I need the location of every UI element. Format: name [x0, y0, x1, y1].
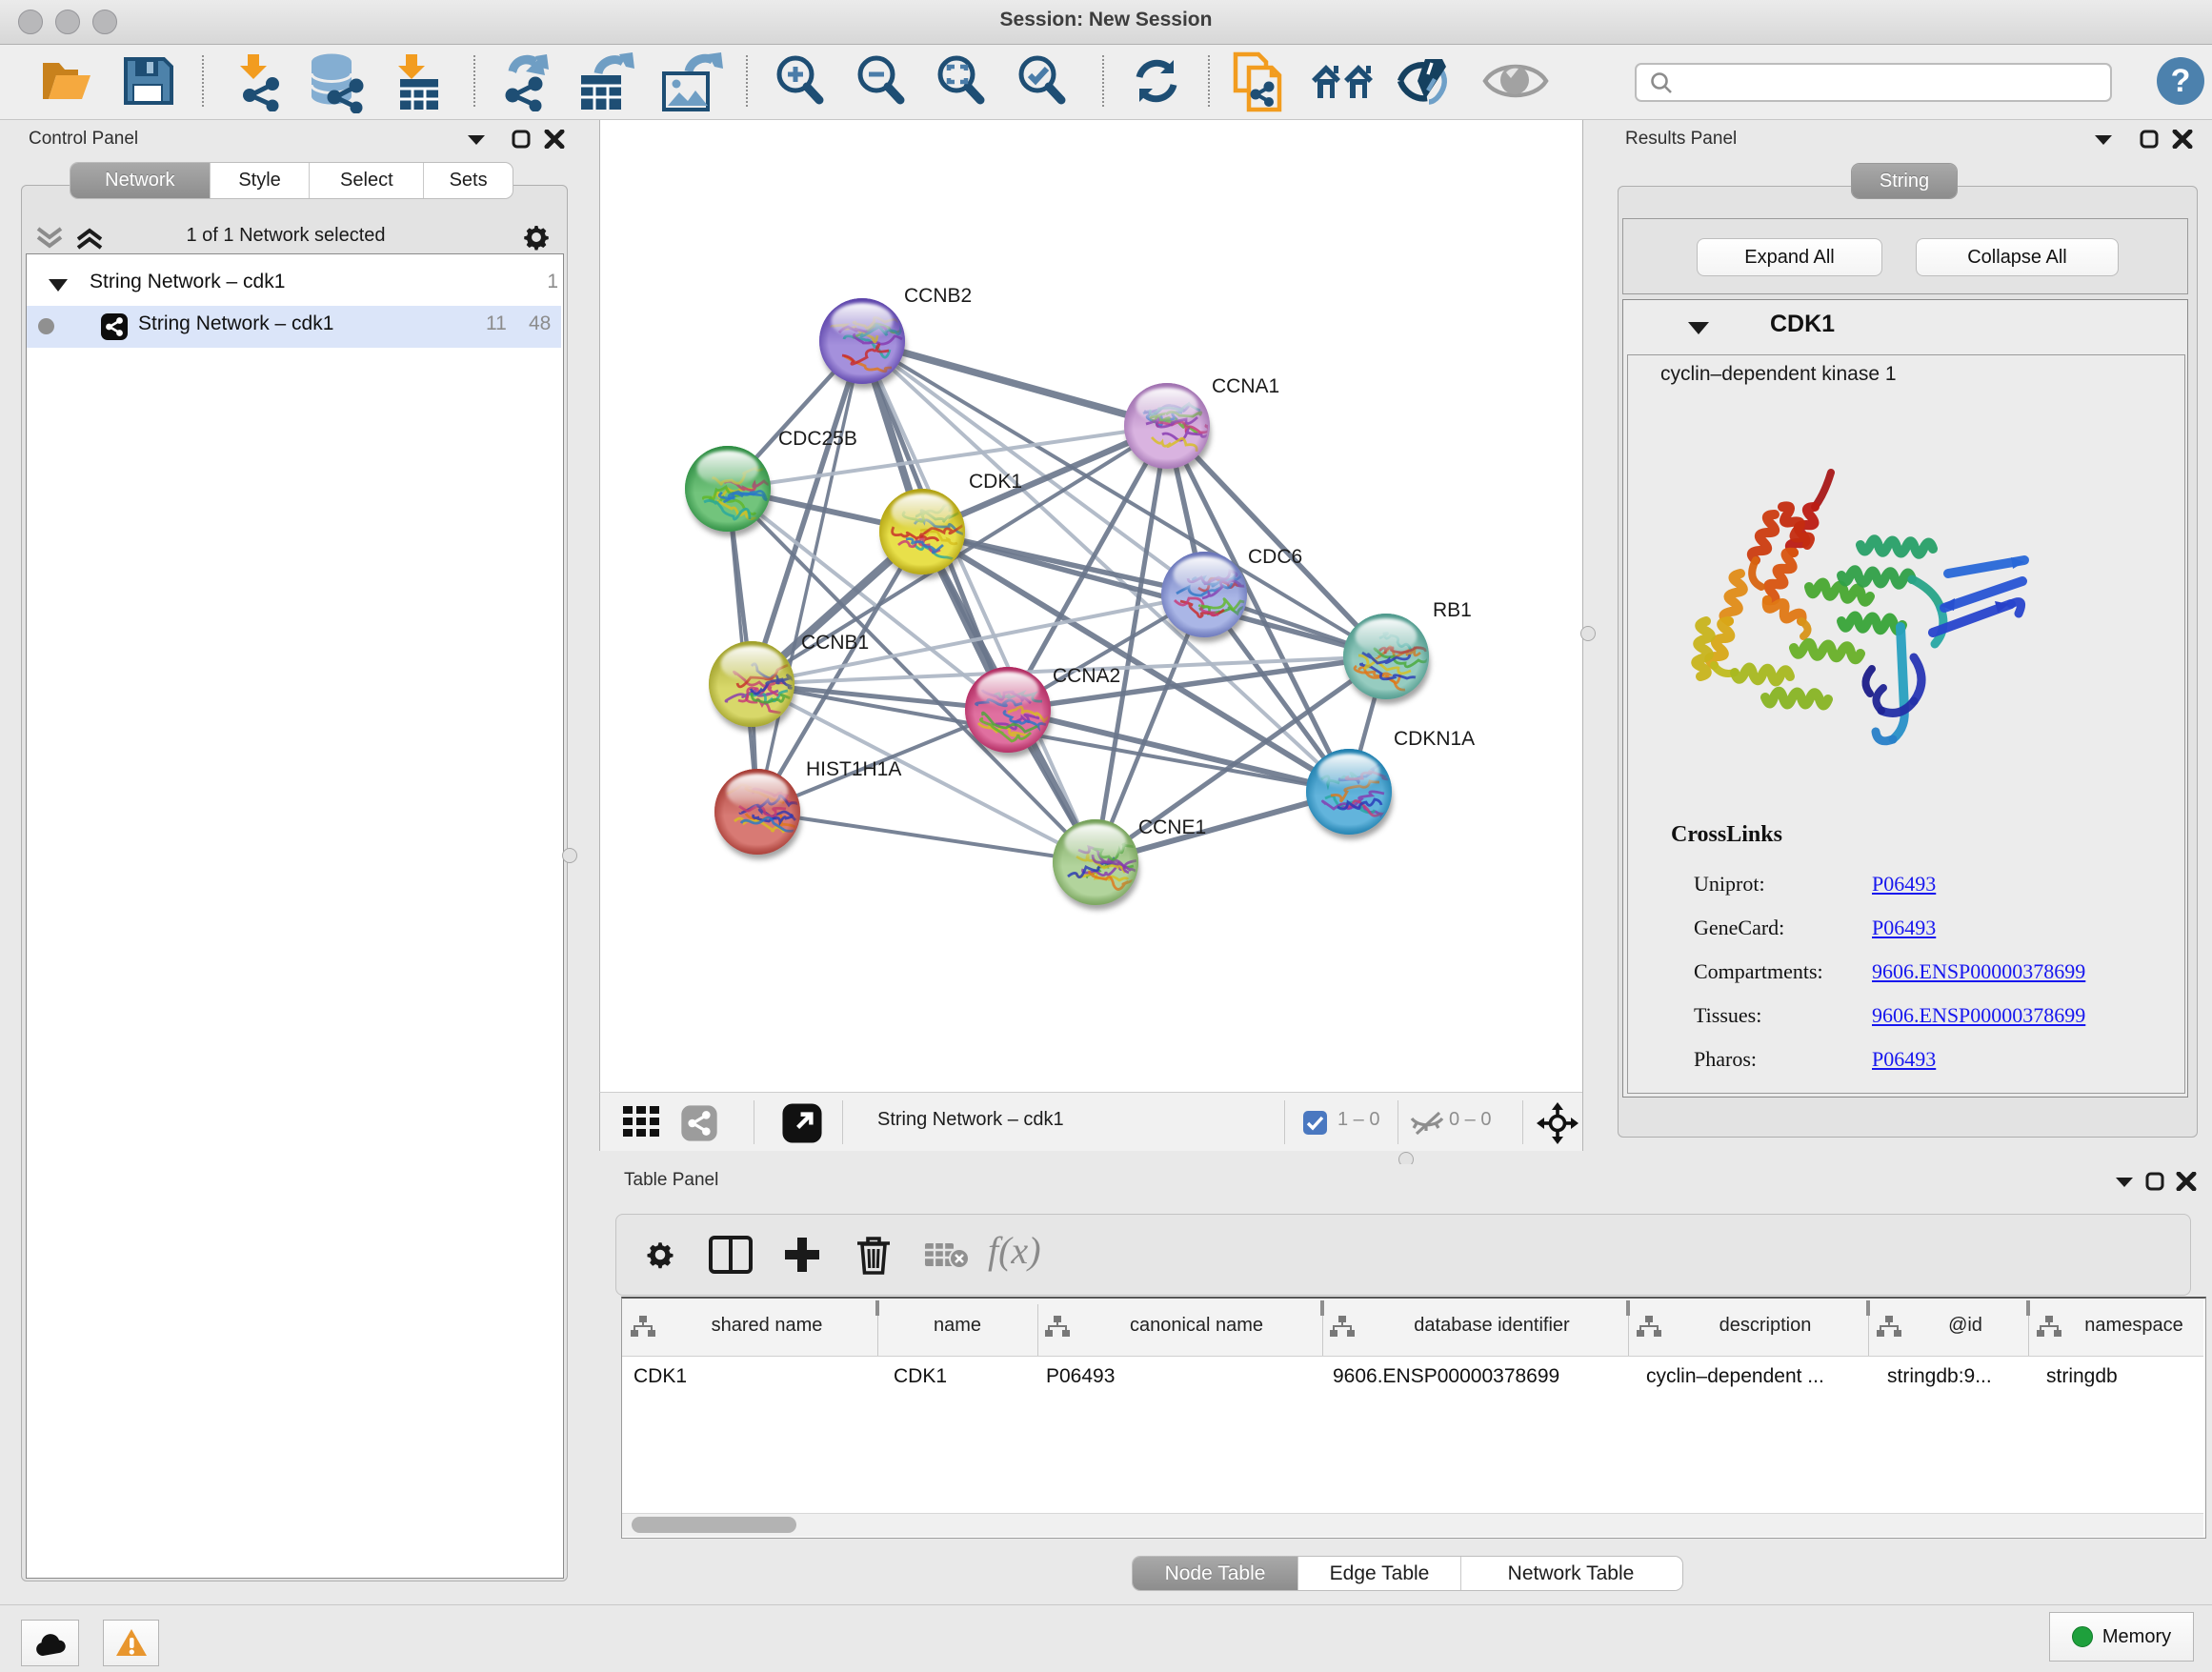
- svg-text:CDK1: CDK1: [969, 471, 1022, 493]
- svg-text:CCNE1: CCNE1: [1138, 816, 1206, 838]
- svg-text:CDKN1A: CDKN1A: [1394, 728, 1475, 750]
- svg-text:CCNA2: CCNA2: [1053, 665, 1120, 687]
- svg-text:HIST1H1A: HIST1H1A: [806, 758, 901, 780]
- svg-text:CCNB2: CCNB2: [904, 285, 972, 307]
- svg-text:CDC25B: CDC25B: [778, 428, 857, 450]
- svg-text:RB1: RB1: [1433, 599, 1472, 621]
- svg-text:CCNB1: CCNB1: [801, 632, 869, 654]
- svg-text:CDC6: CDC6: [1248, 546, 1302, 568]
- svg-text:CCNA1: CCNA1: [1212, 375, 1279, 397]
